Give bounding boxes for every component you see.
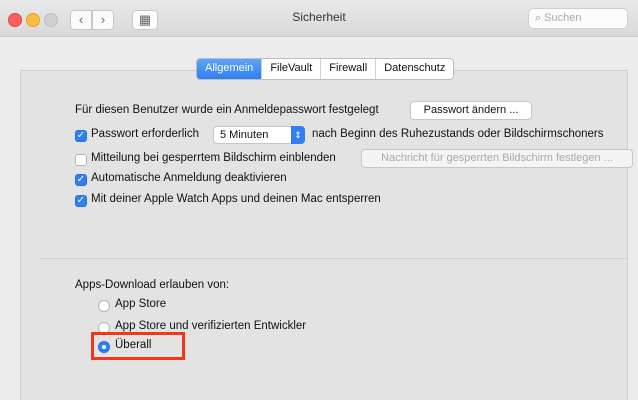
password-set-text: Für diesen Benutzer wurde ein Anmeldepas… (75, 104, 379, 116)
show-message-label: Mitteilung bei gesperrtem Bildschirm ein… (91, 152, 336, 164)
require-password-suffix: nach Beginn des Ruhezustands oder Bildsc… (312, 128, 604, 140)
search-placeholder: Suchen (544, 12, 582, 24)
radio-app-store-verified-label: App Store und verifizierten Entwickler (115, 320, 307, 332)
change-password-button[interactable]: Passwort ändern ... (410, 101, 532, 120)
radio-app-store[interactable] (98, 300, 110, 312)
require-password-label: Passwort erforderlich (91, 128, 200, 140)
minimize-window-button[interactable] (26, 13, 40, 27)
disable-autologin-checkbox[interactable]: ✓ (75, 174, 87, 186)
title-bar: ‹ › ▦ Sicherheit ⌕ Suchen (0, 0, 638, 37)
tab-bar: Allgemein FileVault Firewall Datenschutz (196, 58, 455, 80)
show-all-button[interactable]: ▦ (132, 10, 158, 30)
highlight-box (91, 332, 185, 360)
zoom-window-button[interactable] (44, 13, 58, 27)
tab-allgemein[interactable]: Allgemein (197, 59, 262, 79)
apple-watch-unlock-checkbox[interactable]: ✓ (75, 195, 87, 207)
search-icon: ⌕ (535, 12, 542, 24)
tab-firewall[interactable]: Firewall (320, 59, 375, 79)
tab-filevault[interactable]: FileVault (261, 59, 320, 79)
updown-arrow-icon: ⇕ (291, 126, 305, 144)
set-lock-message-button[interactable]: Nachricht für gesperrten Bildschirm fest… (361, 149, 633, 168)
apple-watch-unlock-label: Mit deiner Apple Watch Apps und deinen M… (91, 193, 381, 205)
require-password-checkbox[interactable]: ✓ (75, 130, 87, 142)
forward-button[interactable]: › (92, 10, 114, 30)
back-button[interactable]: ‹ (70, 10, 92, 30)
tab-datenschutz[interactable]: Datenschutz (375, 59, 453, 79)
section-divider (40, 258, 628, 259)
grid-icon: ▦ (138, 12, 152, 27)
close-window-button[interactable] (8, 13, 22, 27)
radio-app-store-label: App Store (115, 298, 167, 310)
search-input[interactable]: ⌕ Suchen (528, 8, 628, 29)
chevron-right-icon: › (100, 12, 106, 27)
show-message-checkbox[interactable] (75, 154, 87, 166)
require-password-delay-value: 5 Minuten (220, 129, 269, 141)
allow-downloads-heading: Apps-Download erlauben von: (75, 279, 230, 291)
require-password-delay-select[interactable]: 5 Minuten ⇕ (213, 126, 305, 144)
chevron-left-icon: ‹ (78, 12, 84, 27)
disable-autologin-label: Automatische Anmeldung deaktivieren (91, 172, 287, 184)
